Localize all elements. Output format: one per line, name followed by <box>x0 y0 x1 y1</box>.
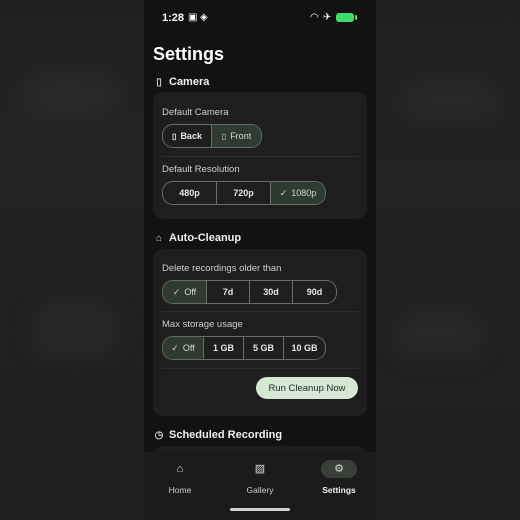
storage-option-label: 5 GB <box>252 343 274 353</box>
resolution-option-720p[interactable]: 720p <box>217 182 271 204</box>
storage-option-label: 1 GB <box>212 343 234 353</box>
nav-item-gallery[interactable]: ▨ Gallery <box>230 460 290 495</box>
delete-option-label: 90d <box>306 287 323 297</box>
check-icon: ✓ <box>171 342 179 353</box>
camera-heading-text: Camera <box>169 76 210 88</box>
resolution-option-label: 1080p <box>291 188 317 198</box>
storage-option-off[interactable]: ✓ Off <box>163 337 204 359</box>
camera-card: Default Camera ▯ Back ▯ Front Default Re… <box>153 92 367 219</box>
max-storage-selector: ✓ Off 1 GB 5 GB 10 GB <box>162 336 326 360</box>
delete-option-30d[interactable]: 30d <box>250 281 293 303</box>
phone-front-icon: ▯ <box>221 131 227 141</box>
nav-item-settings[interactable]: ⚙ Settings <box>309 460 369 495</box>
delete-option-7d[interactable]: 7d <box>207 281 250 303</box>
photo-icon: ▣ <box>188 12 198 23</box>
phone-icon: ▯ <box>156 76 162 88</box>
wifi-icon: ◠ <box>310 12 319 23</box>
divider <box>162 156 358 157</box>
blur-shape <box>400 80 500 120</box>
storage-option-label: Off <box>182 343 195 353</box>
nav-label: Gallery <box>246 485 274 495</box>
nav-label: Home <box>168 485 192 495</box>
check-icon: ✓ <box>172 286 181 297</box>
delete-older-selector: ✓ Off 7d 30d 90d <box>162 280 337 304</box>
scheduled-heading-text: Scheduled Recording <box>169 429 283 441</box>
camera-option-label: Back <box>180 131 202 141</box>
page-title: Settings <box>153 44 225 64</box>
broom-icon: ⌂ <box>155 232 163 244</box>
cleanup-heading-text: Auto-Cleanup <box>169 232 242 244</box>
home-indicator[interactable] <box>230 508 290 511</box>
nav-item-home[interactable]: ⌂ Home <box>150 460 210 495</box>
phone-back-icon: ▯ <box>172 131 177 141</box>
cleanup-section-heading: ⌂ Auto-Cleanup <box>153 232 241 244</box>
resolution-option-label: 720p <box>233 188 254 198</box>
resolution-option-480p[interactable]: 480p <box>163 182 217 204</box>
battery-icon <box>336 13 354 22</box>
divider <box>162 368 358 369</box>
gallery-icon: ▨ <box>254 463 266 475</box>
camera-section-heading: ▯ Camera <box>153 76 209 88</box>
run-cleanup-button[interactable]: Run Cleanup Now <box>256 377 358 399</box>
delete-option-off[interactable]: ✓ Off <box>163 281 207 303</box>
gear-icon: ⚙ <box>321 460 357 478</box>
storage-option-1gb[interactable]: 1 GB <box>204 337 244 359</box>
resolution-option-label: 480p <box>179 188 200 198</box>
home-icon: ⌂ <box>176 463 184 475</box>
blur-shape <box>30 300 120 360</box>
check-icon: ✓ <box>279 187 288 198</box>
airplane-icon: ✈ <box>323 12 332 23</box>
nav-label: Settings <box>322 485 356 495</box>
blur-shape <box>395 310 485 360</box>
status-time: 1:28 <box>162 12 185 24</box>
max-storage-label: Max storage usage <box>162 319 243 330</box>
storage-option-label: 10 GB <box>291 343 318 353</box>
camera-option-back[interactable]: ▯ Back <box>163 125 212 147</box>
delete-option-90d[interactable]: 90d <box>293 281 336 303</box>
delete-older-label: Delete recordings older than <box>162 263 282 274</box>
camera-option-label: Front <box>230 131 252 141</box>
scheduled-section-heading: ◷ Scheduled Recording <box>153 429 282 441</box>
delete-option-label: 7d <box>222 287 234 297</box>
default-resolution-label: Default Resolution <box>162 164 240 175</box>
blur-shape <box>20 70 120 120</box>
resolution-selector: 480p 720p ✓ 1080p <box>162 181 326 205</box>
clock-icon: ◷ <box>154 429 164 441</box>
delete-option-label: 30d <box>263 287 279 297</box>
default-camera-label: Default Camera <box>162 107 229 118</box>
storage-option-5gb[interactable]: 5 GB <box>244 337 284 359</box>
storage-option-10gb[interactable]: 10 GB <box>284 337 325 359</box>
battery-tip <box>355 15 357 20</box>
phone-screen: 1:28 ▣ ◈ ◠ ✈ Settings ▯ Camera Default C… <box>144 0 376 520</box>
resolution-option-1080p[interactable]: ✓ 1080p <box>271 182 325 204</box>
delete-option-label: Off <box>184 287 197 297</box>
location-icon: ◈ <box>200 12 208 23</box>
divider <box>162 311 358 312</box>
camera-selector: ▯ Back ▯ Front <box>162 124 262 148</box>
status-bar: 1:28 ▣ ◈ ◠ ✈ <box>144 0 376 36</box>
camera-option-front[interactable]: ▯ Front <box>212 125 261 147</box>
blurred-right-panel <box>376 0 520 520</box>
